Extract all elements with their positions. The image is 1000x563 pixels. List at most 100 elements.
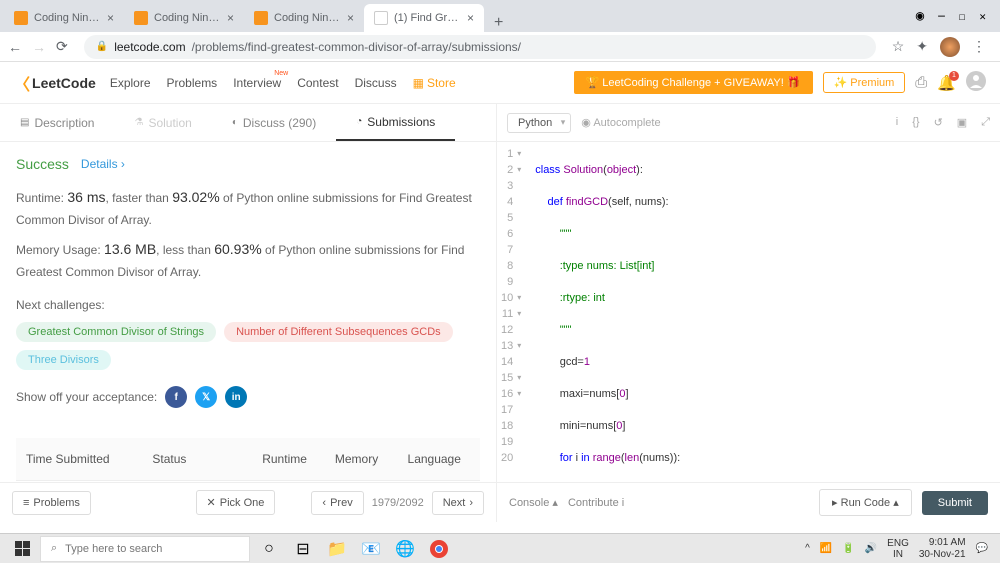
info-icon[interactable]: i	[896, 116, 898, 129]
problems-button[interactable]: ≡ Problems	[12, 491, 91, 515]
pick-one-button[interactable]: ✕ Pick One	[196, 490, 276, 515]
logo-icon: 〈	[14, 71, 30, 95]
reset-icon[interactable]: ↺	[934, 116, 943, 129]
mail-icon[interactable]: 📧	[354, 535, 388, 563]
volume-icon[interactable]: 🔊	[865, 543, 877, 554]
battery-icon[interactable]: 🔋	[842, 543, 854, 554]
nav-discuss[interactable]: Discuss	[355, 76, 397, 90]
submit-button[interactable]: Submit	[922, 491, 988, 515]
prev-button[interactable]: ‹ Prev	[311, 491, 363, 515]
contribute-link[interactable]: Contribute i	[568, 497, 624, 509]
forward-button[interactable]: →	[32, 39, 46, 55]
next-challenges-label: Next challenges:	[16, 298, 480, 312]
explorer-icon[interactable]: 📁	[320, 535, 354, 563]
linkedin-icon[interactable]: in	[225, 386, 247, 408]
minimize-button[interactable]: ─	[938, 10, 945, 23]
tab-solution[interactable]: ⚗Solution	[114, 104, 211, 141]
tab-discuss[interactable]: ◐Discuss (290)	[212, 104, 336, 141]
back-button[interactable]: ←	[8, 39, 22, 55]
profile-avatar[interactable]	[940, 37, 960, 57]
browser-tab[interactable]: Coding Ninjas×	[124, 4, 244, 32]
reload-button[interactable]: ⟳	[56, 38, 68, 55]
cortana-icon[interactable]: ○	[252, 535, 286, 563]
wifi-icon[interactable]: 📶	[820, 543, 832, 554]
challenge-pill[interactable]: Greatest Common Divisor of Strings	[16, 322, 216, 342]
autocomplete-toggle[interactable]: ◉ Autocomplete	[581, 116, 660, 129]
challenge-pill[interactable]: Number of Different Subsequences GCDs	[224, 322, 453, 342]
taskbar-search[interactable]: ⌕Type here to search	[40, 536, 250, 562]
right-pane: Python ◉ Autocomplete i {} ↺ ▣ ⤢ 1▾2▾3 4…	[497, 104, 1000, 522]
language-indicator[interactable]: ENGIN	[887, 538, 909, 560]
tab-close-icon[interactable]: ×	[107, 11, 114, 25]
close-window-button[interactable]: ✕	[979, 10, 986, 23]
left-footer: ≡ Problems ✕ Pick One ‹ Prev 1979/2092 N…	[0, 482, 496, 522]
edge-icon[interactable]: 🌐	[388, 535, 422, 563]
menu-icon[interactable]: ⋮	[972, 38, 986, 55]
tab-title: (1) Find Greatest Co	[394, 12, 461, 24]
nav-right: 🏆 LeetCoding Challenge + GIVEAWAY! 🎁 ✨ P…	[574, 71, 986, 95]
playground-icon[interactable]: ⎙	[915, 74, 927, 91]
chrome-icon[interactable]	[422, 535, 456, 563]
next-button[interactable]: Next ›	[432, 491, 484, 515]
nav-store[interactable]: ▦ Store	[413, 76, 456, 90]
details-link[interactable]: Details ›	[81, 157, 125, 171]
tab-close-icon[interactable]: ×	[467, 11, 474, 25]
challenge-pill[interactable]: Three Divisors	[16, 350, 111, 370]
tab-submissions[interactable]: ◔Submissions	[336, 104, 455, 141]
tab-title: Coding Ninjas – Lear	[34, 12, 101, 24]
start-button[interactable]	[6, 541, 38, 556]
nav-contest[interactable]: Contest	[297, 76, 338, 90]
braces-icon[interactable]: {}	[912, 116, 919, 129]
extensions-icon[interactable]: ✦	[916, 38, 928, 55]
submission-content: Success Details › Runtime: 36 ms, faster…	[0, 142, 496, 482]
tab-description[interactable]: ▤Description	[0, 104, 114, 141]
settings-icon[interactable]: ▣	[957, 116, 967, 129]
problem-tabs: ▤Description ⚗Solution ◐Discuss (290) ◔S…	[0, 104, 496, 142]
address-actions: ☆ ✦ ⋮	[886, 37, 992, 57]
split-view: ▤Description ⚗Solution ◐Discuss (290) ◔S…	[0, 104, 1000, 522]
facebook-icon[interactable]: f	[165, 386, 187, 408]
maximize-button[interactable]: ☐	[959, 10, 966, 23]
console-toggle[interactable]: Console ▴	[509, 496, 558, 509]
right-footer: Console ▴ Contribute i ▸ Run Code ▴ Subm…	[497, 482, 1000, 522]
record-icon[interactable]: ◉	[916, 8, 924, 24]
doc-icon: ▤	[20, 117, 29, 128]
new-badge: New	[274, 70, 288, 77]
submissions-table: Time Submitted Status Runtime Memory Lan…	[16, 438, 480, 482]
col-runtime: Runtime	[252, 438, 325, 481]
clock[interactable]: 9:01 AM30-Nov-21	[919, 537, 966, 561]
leetcode-logo[interactable]: 〈LeetCode	[14, 71, 96, 95]
tab-favicon	[14, 11, 28, 25]
nav-explore[interactable]: Explore	[110, 76, 151, 90]
code-content[interactable]: class Solution(object): def findGCD(self…	[529, 142, 1000, 482]
taskbar-apps: ○ ⊟ 📁 📧 🌐	[252, 535, 456, 563]
language-select[interactable]: Python	[507, 113, 571, 133]
nav-problems[interactable]: Problems	[167, 76, 218, 90]
share-row: Show off your acceptance: f 𝕏 in	[16, 386, 480, 408]
tab-close-icon[interactable]: ×	[227, 11, 234, 25]
promo-banner[interactable]: 🏆 LeetCoding Challenge + GIVEAWAY! 🎁	[574, 71, 813, 94]
browser-tab[interactable]: Coding Ninjas – Lear ×	[4, 4, 124, 32]
taskview-icon[interactable]: ⊟	[286, 535, 320, 563]
tray-up-icon[interactable]: ^	[805, 543, 810, 554]
browser-tab[interactable]: Coding Ninjas ×	[244, 4, 364, 32]
runtime-stat: Runtime: 36 ms, faster than 93.02% of Py…	[16, 186, 480, 230]
tab-title: Coding Ninjas	[274, 12, 341, 24]
run-code-button[interactable]: ▸ Run Code ▴	[819, 489, 912, 516]
nav-interview[interactable]: InterviewNew	[233, 76, 281, 90]
code-editor[interactable]: 1▾2▾3 4 5 6 7 8 9 10▾11▾12 13▾14 15▾16▾1…	[497, 142, 1000, 482]
star-icon[interactable]: ☆	[892, 38, 905, 55]
new-tab-button[interactable]: +	[484, 14, 513, 32]
fullscreen-icon[interactable]: ⤢	[981, 116, 990, 129]
tab-close-icon[interactable]: ×	[347, 11, 354, 25]
premium-button[interactable]: ✨ Premium	[823, 72, 906, 93]
result-status: Success	[16, 156, 69, 172]
browser-tab-active[interactable]: (1) Find Greatest Co ×	[364, 4, 484, 32]
twitter-icon[interactable]: 𝕏	[195, 386, 217, 408]
notifications-icon[interactable]: 🔔1	[937, 74, 956, 92]
col-language: Language	[398, 438, 480, 481]
user-icon[interactable]	[966, 71, 986, 95]
clock-icon: ◔	[356, 116, 362, 127]
url-input[interactable]: 🔒 leetcode.com/problems/find-greatest-co…	[84, 35, 876, 59]
notifications-tray-icon[interactable]: 💬	[976, 543, 988, 554]
